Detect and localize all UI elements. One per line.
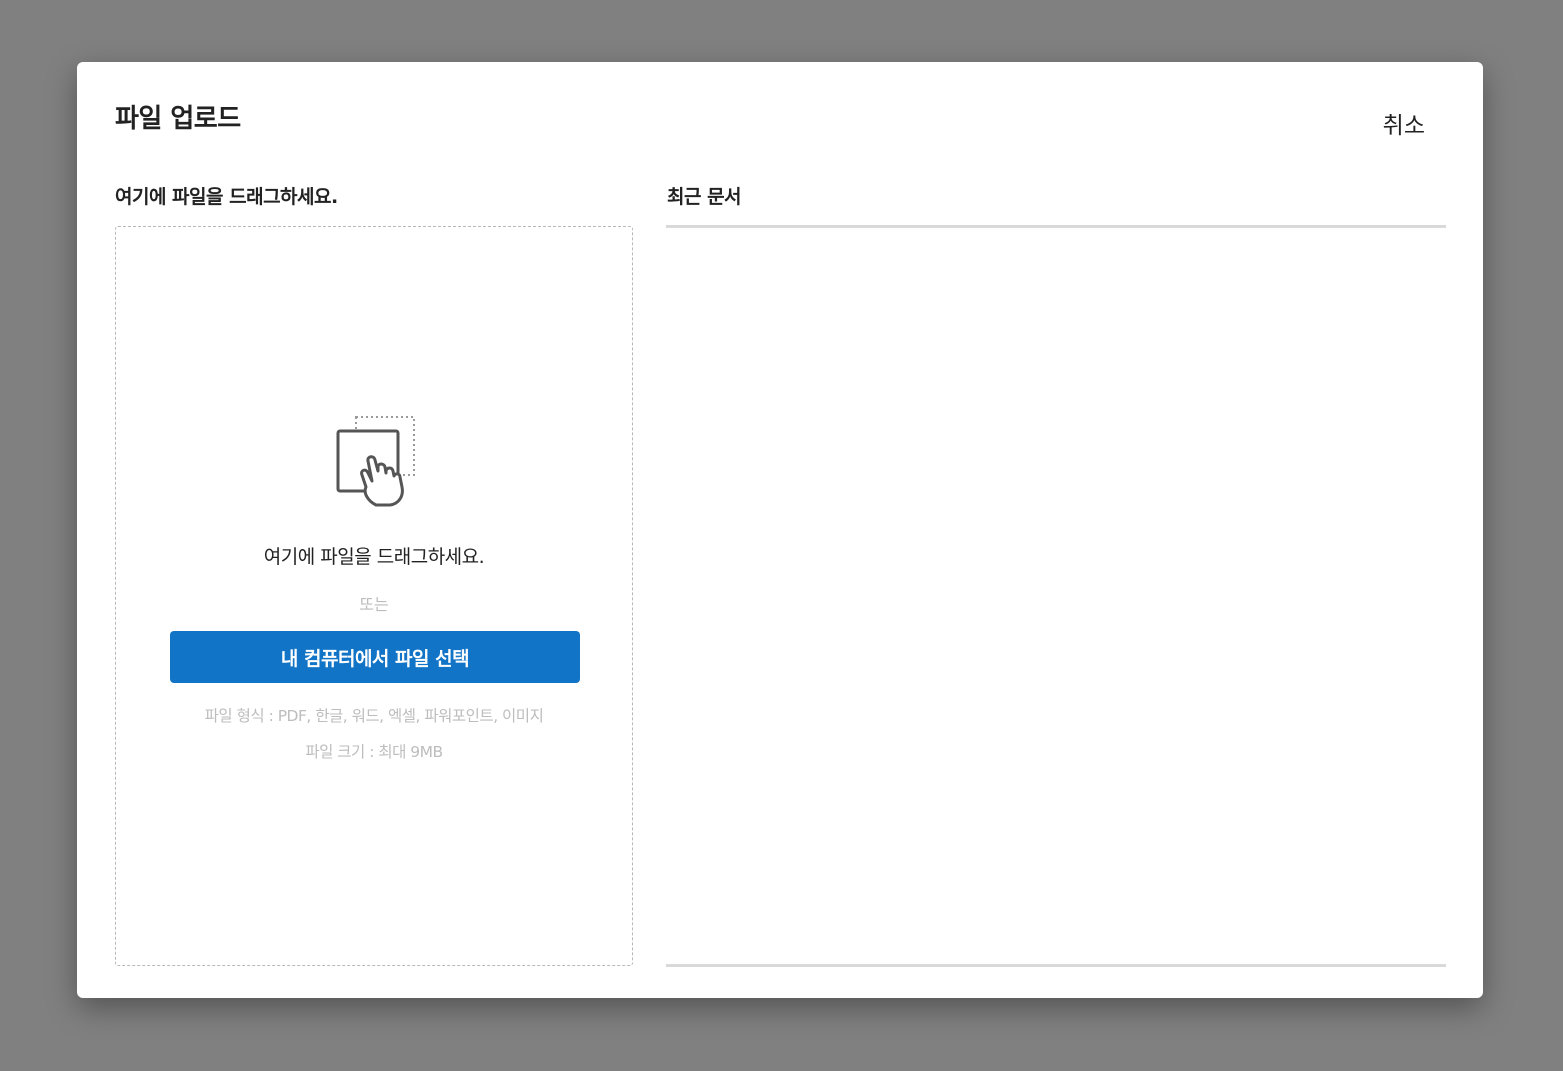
file-drop-zone[interactable]: 여기에 파일을 드래그하세요. 또는 내 컴퓨터에서 파일 선택 파일 형식 :… [115,226,633,966]
drop-instruction-text: 여기에 파일을 드래그하세요. [263,546,485,568]
file-size-info: 파일 크기 : 최대 9MB [305,743,443,761]
dialog-title: 파일 업로드 [115,104,241,134]
drag-hand-icon [336,416,415,507]
recent-documents-list [666,225,1446,967]
cancel-button[interactable]: 취소 [1383,106,1425,140]
upload-section-heading: 여기에 파일을 드래그하세요. [115,186,338,208]
select-file-button[interactable]: 내 컴퓨터에서 파일 선택 [170,631,580,683]
recent-documents-heading: 최근 문서 [667,186,742,208]
file-upload-dialog: 파일 업로드 취소 여기에 파일을 드래그하세요. 최근 문서 여기에 파일을 … [77,62,1483,998]
or-separator-text: 또는 [359,595,389,614]
file-format-info: 파일 형식 : PDF, 한글, 워드, 엑셀, 파워포인트, 이미지 [204,707,544,725]
